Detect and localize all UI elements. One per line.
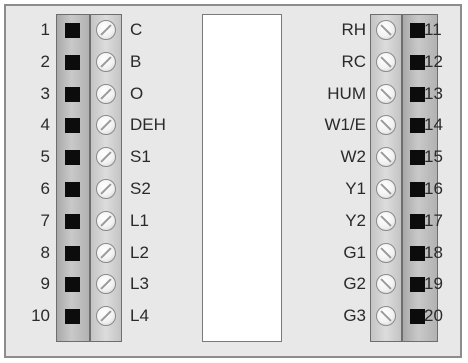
terminal-square [65,23,80,38]
terminal-label: G3 [343,306,366,326]
terminal-number: 7 [40,210,50,230]
terminal-square [65,86,80,102]
screw-icon [376,20,396,40]
terminal-square [410,245,425,261]
terminal-number: 14 [424,115,443,135]
terminal-square [410,150,425,166]
terminal-number: 2 [40,51,50,71]
terminal-number: 20 [424,306,443,326]
terminal-label: C [130,20,143,39]
terminal-label: S1 [130,147,151,167]
terminal-number: 15 [424,147,443,167]
center-window [202,14,282,342]
screw-icon [376,51,396,72]
terminal-board: 1 C 2 B 3 O 4 DEH 5 S1 6 S2 7 L1 8 L2 9 L3 10 L4 RH 11 RC 12 HUM… [4,4,462,358]
terminal-label: L3 [130,274,149,294]
terminal-square [65,150,80,166]
terminal-square [65,309,80,325]
terminal-number: 16 [424,179,443,198]
screw-icon [376,210,396,231]
terminal-number: 4 [40,115,50,135]
terminal-label: Y2 [345,210,366,230]
terminal-number: 12 [424,51,443,71]
terminal-square [410,23,425,38]
screw-icon [96,20,116,40]
terminal-label: W2 [340,147,367,167]
terminal-label: L1 [130,210,149,230]
screw-icon [376,242,396,263]
terminal-label: W1/E [324,115,366,135]
terminal-number: 6 [40,179,50,198]
terminal-number: 8 [40,242,50,262]
terminal-label: HUM [327,83,366,103]
terminal-square [410,277,425,293]
terminal-number: 10 [31,306,50,326]
screw-icon [376,179,396,199]
terminal-label: S2 [130,179,151,198]
terminal-label: B [130,51,142,71]
terminal-square [410,54,425,70]
terminal-number: 5 [40,147,50,167]
terminal-label: DEH [130,115,166,135]
terminal-number: 17 [424,210,443,230]
terminal-number: 19 [424,274,443,294]
terminal-label: G1 [343,242,366,262]
terminal-square [65,277,80,293]
screw-icon [376,83,396,104]
terminal-number: 11 [424,20,442,39]
screw-icon [96,83,116,104]
terminal-square [410,309,425,325]
terminal-number: 1 [40,20,50,39]
terminal-label: L4 [130,306,149,326]
terminal-square [65,182,80,197]
terminal-number: 9 [40,274,50,294]
terminal-square [410,118,425,134]
screw-icon [96,51,116,72]
terminal-label: RC [341,51,366,71]
terminal-number: 3 [40,83,50,103]
terminal-label: G2 [343,274,366,294]
terminal-label: O [130,83,144,103]
screw-icon [96,242,116,263]
terminal-square [410,182,425,197]
terminal-square [410,86,425,102]
terminal-number: 18 [424,242,443,262]
terminal-square [65,213,80,229]
terminal-square [65,245,80,261]
terminal-square [65,54,80,70]
terminal-label: L2 [130,242,149,262]
terminal-label: Y1 [345,179,366,198]
screw-icon [96,210,116,231]
terminal-square [65,118,80,134]
terminal-square [410,213,425,229]
terminal-number: 13 [424,83,443,103]
screw-icon [96,179,116,199]
terminal-label: RH [341,20,366,39]
